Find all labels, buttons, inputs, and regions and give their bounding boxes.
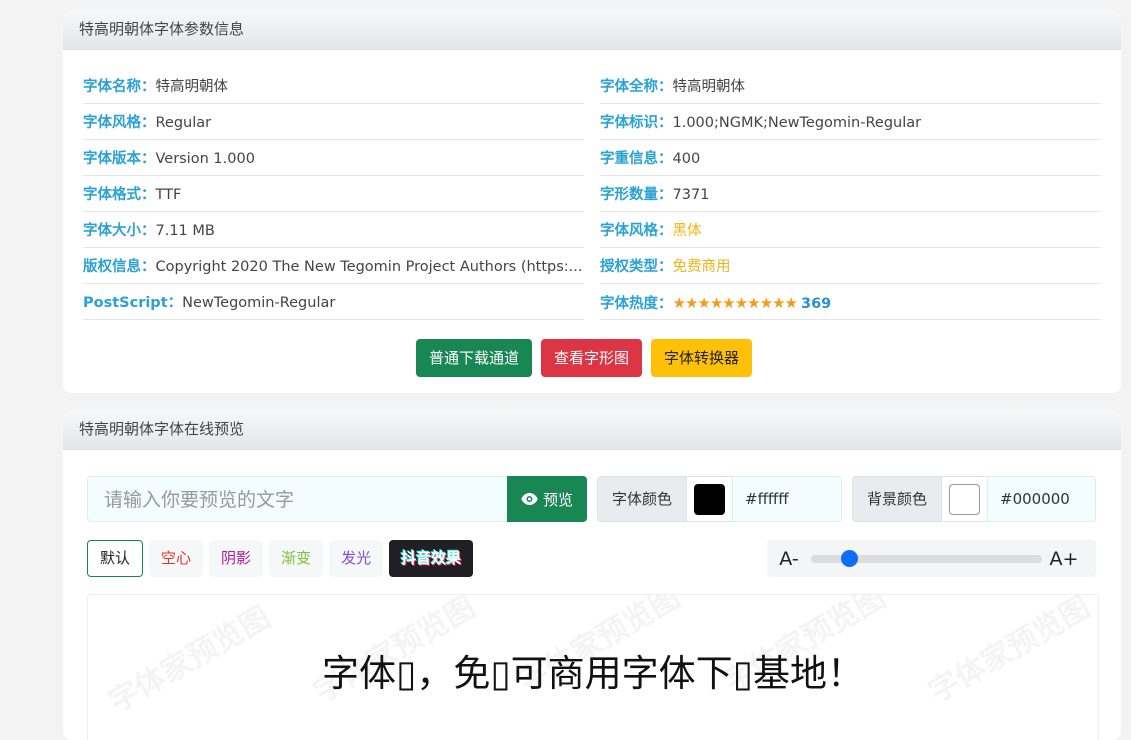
download-button[interactable]: 普通下载通道: [416, 339, 533, 377]
info-key: 字体版本：: [83, 151, 156, 167]
bg-color-group: 背景颜色 #000000: [852, 476, 1096, 522]
info-row: 字体版本：Version 1.000: [83, 140, 584, 176]
effect-shadow-button[interactable]: 阴影: [209, 540, 264, 577]
info-key: 字体风格：: [83, 115, 156, 131]
font-style-link[interactable]: 黑体: [673, 223, 702, 239]
effect-hollow-button[interactable]: 空心: [149, 540, 204, 577]
effect-default-button[interactable]: 默认: [87, 540, 144, 577]
info-row: 字重信息：400: [600, 140, 1101, 176]
font-color-swatch: [694, 483, 725, 515]
info-row: PostScript：NewTegomin-Regular: [83, 284, 584, 320]
info-key: 字体全称：: [600, 79, 673, 95]
preview-button-label: 预览: [542, 490, 573, 509]
info-key: PostScript：: [83, 295, 183, 311]
action-buttons: 普通下载通道 查看字形图 字体转换器: [416, 339, 753, 377]
effect-tiktok-button[interactable]: 抖音效果: [389, 540, 474, 577]
info-key: 字形数量：: [600, 187, 673, 203]
heat-count: 369: [800, 296, 832, 312]
info-row: 字体全称：特高明朝体: [600, 68, 1101, 104]
info-value: Version 1.000: [155, 151, 255, 167]
font-info-card: 特高明朝体字体参数信息 字体名称：特高明朝体 字体风格：Regular 字体版本…: [63, 10, 1121, 393]
info-row: 字体名称：特高明朝体: [83, 68, 584, 104]
preview-button[interactable]: 预览: [507, 476, 587, 522]
info-row: 字形数量：7371: [600, 176, 1101, 212]
info-row: 字体格式：TTF: [83, 176, 584, 212]
info-key: 版权信息：: [83, 259, 156, 275]
info-value: 特高明朝体: [155, 79, 229, 95]
preview-input-group: 请输入你要预览的文字 预览: [87, 476, 587, 522]
info-value: 7371: [672, 187, 710, 203]
info-row: 授权类型：免费商用: [600, 248, 1101, 284]
font-converter-button[interactable]: 字体转换器: [651, 339, 753, 377]
size-increase-button[interactable]: A+: [1042, 548, 1086, 570]
bg-color-swatch: [949, 483, 980, 515]
info-value: TTF: [155, 187, 182, 203]
font-color-group: 字体颜色 #ffffff: [597, 476, 842, 522]
info-key: 字体格式：: [83, 187, 156, 203]
info-value: Regular: [155, 115, 212, 131]
star-rating-icon: ★★★★★★★★★★: [672, 294, 798, 312]
info-value: NewTegomin-Regular: [182, 295, 336, 311]
info-value: 7.11 MB: [155, 223, 215, 239]
info-row: 版权信息：Copyright 2020 The New Tegomin Proj…: [83, 248, 584, 284]
bg-color-hex-input[interactable]: #000000: [987, 476, 1096, 522]
info-value: 特高明朝体: [672, 79, 746, 95]
license-type-link[interactable]: 免费商用: [673, 259, 731, 275]
font-color-hex-input[interactable]: #ffffff: [732, 476, 842, 522]
bg-color-label: 背景颜色: [852, 476, 942, 522]
font-color-label: 字体颜色: [597, 476, 687, 522]
info-row-heat: 字体热度：★★★★★★★★★★ 369: [600, 284, 1101, 320]
info-key: 字重信息：: [600, 151, 673, 167]
info-key: 字体风格：: [600, 223, 673, 239]
font-info-title: 特高明朝体字体参数信息: [63, 10, 1121, 50]
preview-sample-text: 字体▯，免▯可商用字体下▯基地！: [321, 652, 865, 695]
info-row: 字体标识：1.000;NGMK;NewTegomin-Regular: [600, 104, 1101, 140]
preview-canvas: 字体家预览图 字体家预览图 字体家预览图 字体家预览图 字体家预览图 字体▯，免…: [87, 594, 1099, 740]
info-key: 字体大小：: [83, 223, 156, 239]
font-size-control: A- A+: [767, 540, 1096, 577]
font-size-slider[interactable]: [811, 549, 1042, 567]
info-value: 1.000;NGMK;NewTegomin-Regular: [672, 115, 922, 131]
info-row: 字体风格：Regular: [83, 104, 584, 140]
eye-icon: [521, 493, 538, 505]
bg-color-picker[interactable]: [942, 476, 987, 522]
info-key: 字体标识：: [600, 115, 673, 131]
effect-buttons: 默认 空心 阴影 渐变 发光 抖音效果: [87, 540, 474, 577]
info-row: 字体风格：黑体: [600, 212, 1101, 248]
info-key: 字体热度：: [600, 296, 673, 312]
info-right-column: 字体全称：特高明朝体 字体标识：1.000;NGMK;NewTegomin-Re…: [600, 68, 1101, 320]
preview-text-input[interactable]: 请输入你要预览的文字: [87, 476, 507, 522]
effect-glow-button[interactable]: 发光: [329, 540, 384, 577]
info-key: 授权类型：: [600, 259, 673, 275]
info-left-column: 字体名称：特高明朝体 字体风格：Regular 字体版本：Version 1.0…: [83, 68, 584, 320]
slider-handle[interactable]: [840, 549, 858, 567]
font-preview-card: 特高明朝体字体在线预览 请输入你要预览的文字 预览 字体颜色 #ffffff 背…: [63, 410, 1121, 740]
effect-gradient-button[interactable]: 渐变: [269, 540, 324, 577]
font-color-picker[interactable]: [687, 476, 732, 522]
view-glyphs-button[interactable]: 查看字形图: [541, 339, 643, 377]
info-row: 字体大小：7.11 MB: [83, 212, 584, 248]
info-value: 400: [672, 151, 701, 167]
size-decrease-button[interactable]: A-: [767, 548, 811, 570]
font-preview-title: 特高明朝体字体在线预览: [63, 410, 1121, 450]
info-key: 字体名称：: [83, 79, 156, 95]
info-value: Copyright 2020 The New Tegomin Project A…: [155, 259, 583, 275]
